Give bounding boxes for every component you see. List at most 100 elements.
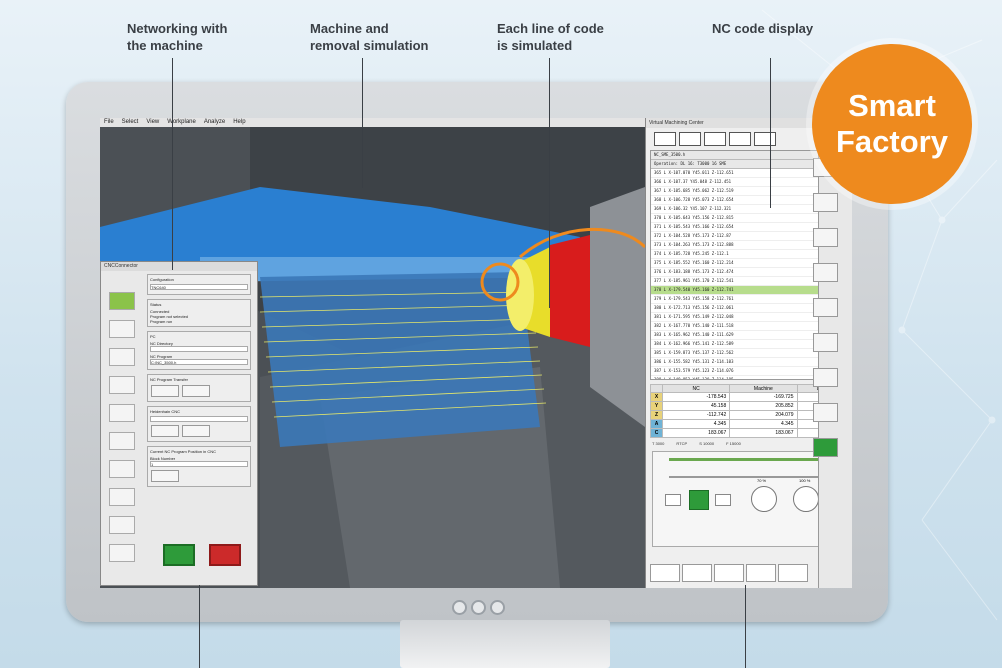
menu-select[interactable]: Select bbox=[122, 118, 139, 127]
toolbar-button-7[interactable] bbox=[813, 368, 838, 387]
axis-nc-value: 183.067 bbox=[661, 428, 731, 438]
side-button-10[interactable] bbox=[109, 544, 135, 562]
side-button-9[interactable] bbox=[109, 516, 135, 534]
axis-col-nc: NC bbox=[661, 384, 731, 393]
toolbar-button-8[interactable] bbox=[813, 403, 838, 422]
nc-program-input[interactable]: C:\NC_3500.h bbox=[150, 359, 248, 365]
cnc-action-button-2[interactable] bbox=[182, 425, 211, 437]
toolbar-button-2[interactable] bbox=[813, 193, 838, 212]
bottom-tab-1[interactable] bbox=[650, 564, 680, 582]
axis-label: X bbox=[650, 392, 663, 402]
leader-nc-display bbox=[770, 58, 771, 208]
callout-each-line: Each line of code is simulated bbox=[497, 21, 604, 53]
transfer-label: NC Program Transfer bbox=[150, 377, 189, 382]
heidenhain-directory-input[interactable] bbox=[150, 416, 248, 422]
toolbar-button-3[interactable] bbox=[813, 228, 838, 247]
menu-view[interactable]: View bbox=[146, 118, 159, 127]
axis-col-blank bbox=[650, 384, 663, 393]
cnc-groups: Configuration TNC640 Status Connected Pr… bbox=[147, 274, 251, 491]
leader-each-line bbox=[549, 58, 550, 308]
status-tool: T 3000 bbox=[652, 441, 665, 446]
screen: File Select View Workplane Analyze Help … bbox=[100, 118, 852, 588]
upload-button[interactable] bbox=[109, 348, 135, 366]
tab-tool[interactable] bbox=[679, 132, 701, 146]
toolbar-button-5[interactable] bbox=[813, 298, 838, 317]
monitor-stand bbox=[400, 620, 610, 668]
side-button-7[interactable] bbox=[109, 460, 135, 478]
status-group: Status Connected Program not selected Pr… bbox=[147, 299, 251, 327]
pc-group: PC NC Directory NC Program C:\NC_3500.h bbox=[147, 331, 251, 370]
badge-line-2: Factory bbox=[836, 124, 948, 159]
configuration-select[interactable]: TNC640 bbox=[150, 284, 248, 290]
leader-simulation bbox=[362, 58, 363, 188]
axis-machine-value: 183.067 bbox=[729, 428, 798, 438]
transfer-group: NC Program Transfer bbox=[147, 374, 251, 402]
machine-button[interactable] bbox=[109, 320, 135, 338]
vmc-bottom-tabs bbox=[650, 564, 808, 582]
axis-nc-value: 4.345 bbox=[661, 419, 731, 429]
callout-nc-display: NC code display bbox=[712, 21, 814, 36]
transfer-from-cnc-button[interactable] bbox=[182, 385, 211, 397]
smart-factory-badge: Smart Factory bbox=[812, 44, 972, 204]
bottom-tab-3[interactable] bbox=[714, 564, 744, 582]
axis-label: Y bbox=[650, 401, 663, 411]
override-value-1: 70 % bbox=[757, 478, 767, 483]
position-button[interactable] bbox=[151, 470, 179, 482]
menu-analyze[interactable]: Analyze bbox=[204, 118, 225, 127]
cnc-side-buttons bbox=[109, 292, 135, 562]
position-group: Current NC Program Position in CNC Block… bbox=[147, 446, 251, 487]
cnc-action-button-1[interactable] bbox=[151, 425, 179, 437]
status-feed: F 15000 bbox=[726, 441, 741, 446]
tab-program[interactable] bbox=[704, 132, 726, 146]
toolbar-button-9[interactable] bbox=[813, 438, 838, 457]
tab-blank[interactable] bbox=[729, 132, 751, 146]
menu-bar: File Select View Workplane Analyze Help bbox=[100, 118, 645, 127]
side-button-8[interactable] bbox=[109, 488, 135, 506]
override-value-2: 100 % bbox=[799, 478, 811, 483]
step-back-button[interactable] bbox=[665, 494, 681, 506]
menu-help[interactable]: Help bbox=[233, 118, 245, 127]
axis-label: A bbox=[650, 419, 663, 429]
connect-button[interactable] bbox=[109, 292, 135, 310]
axis-nc-value: -178.543 bbox=[661, 392, 731, 402]
right-toolbar-buttons bbox=[813, 158, 838, 457]
override-dial-2[interactable] bbox=[793, 486, 819, 512]
leader-bottom-left bbox=[199, 585, 200, 668]
position-label: Current NC Program Position in CNC bbox=[150, 449, 217, 454]
play-button[interactable] bbox=[689, 490, 709, 510]
start-button[interactable] bbox=[163, 544, 195, 566]
bottom-tab-2[interactable] bbox=[682, 564, 712, 582]
nc-directory-input[interactable] bbox=[150, 346, 248, 352]
side-button-4[interactable] bbox=[109, 376, 135, 394]
step-forward-button[interactable] bbox=[715, 494, 731, 506]
heidenhain-label: Heidenhain CNC bbox=[150, 409, 181, 414]
callout-simulation: Machine and removal simulation bbox=[310, 21, 429, 53]
override-dial-1[interactable] bbox=[751, 486, 777, 512]
side-button-6[interactable] bbox=[109, 432, 135, 450]
tab-signal[interactable] bbox=[654, 132, 676, 146]
monitor-buttons bbox=[452, 600, 505, 615]
block-number-input[interactable]: 1 bbox=[150, 461, 248, 467]
cnc-connector-panel: CNCConnector Configuration TNC640 Status… bbox=[100, 261, 258, 586]
heidenhain-group: Heidenhain CNC bbox=[147, 406, 251, 442]
pc-label: PC bbox=[150, 334, 156, 339]
leader-bottom-right bbox=[745, 585, 746, 668]
bottom-tab-5[interactable] bbox=[778, 564, 808, 582]
tab-chart[interactable] bbox=[754, 132, 776, 146]
bottom-tab-4[interactable] bbox=[746, 564, 776, 582]
progress-slider[interactable] bbox=[669, 458, 829, 461]
transfer-to-cnc-button[interactable] bbox=[151, 385, 179, 397]
axis-machine-value: 205.852 bbox=[729, 401, 798, 411]
stop-button[interactable] bbox=[209, 544, 241, 566]
axis-col-machine: Machine bbox=[729, 384, 798, 393]
status-rtcp: RTCP bbox=[676, 441, 688, 446]
menu-file[interactable]: File bbox=[104, 118, 114, 127]
toolbar-button-6[interactable] bbox=[813, 333, 838, 352]
axis-machine-value: 204.079 bbox=[729, 410, 798, 420]
axis-machine-value: 4.345 bbox=[729, 419, 798, 429]
toolbar-button-4[interactable] bbox=[813, 263, 838, 282]
cnc-connector-title: CNCConnector bbox=[101, 262, 257, 271]
side-button-5[interactable] bbox=[109, 404, 135, 422]
callout-networking: Networking with the machine bbox=[127, 21, 228, 53]
status-spindle: S 10000 bbox=[699, 441, 715, 446]
